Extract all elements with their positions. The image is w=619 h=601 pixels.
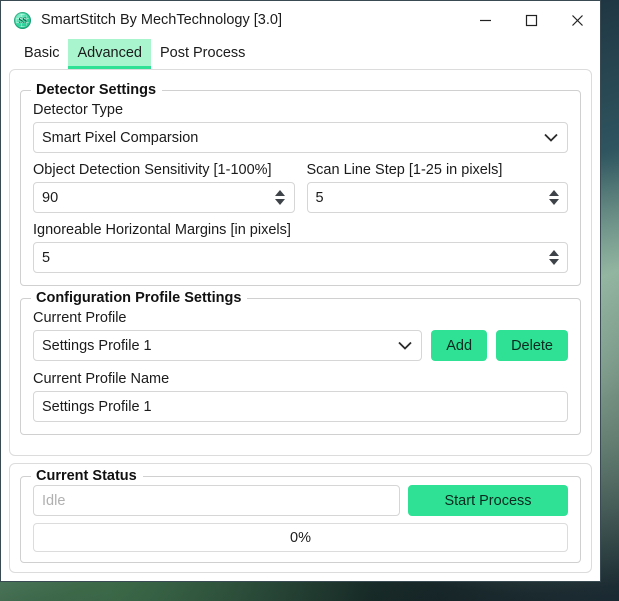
tab-bar: Basic Advanced Post Process [1, 39, 600, 69]
detector-settings-title: Detector Settings [31, 82, 163, 98]
application-window: SmartStitch By MechTechnology [3.0] Basi… [0, 0, 601, 582]
tab-post-process[interactable]: Post Process [151, 39, 254, 69]
current-profile-name-value: Settings Profile 1 [42, 398, 152, 415]
chevron-down-icon [544, 131, 558, 145]
close-icon[interactable] [554, 1, 600, 39]
configuration-profile-settings-title: Configuration Profile Settings [31, 290, 248, 306]
detector-type-value: Smart Pixel Comparsion [42, 129, 199, 146]
sensitivity-field-group: Object Detection Sensitivity [1-100%] 90 [33, 162, 295, 213]
sensitivity-label: Object Detection Sensitivity [1-100%] [33, 162, 272, 178]
status-placeholder: Idle [42, 492, 66, 509]
margins-stepper[interactable]: 5 [33, 242, 568, 273]
current-profile-label: Current Profile [33, 310, 127, 326]
configuration-profile-settings-group: Configuration Profile Settings Current P… [20, 290, 581, 435]
tab-advanced[interactable]: Advanced [68, 39, 151, 69]
tab-basic[interactable]: Basic [15, 39, 68, 69]
scan-line-step-stepper[interactable]: 5 [306, 182, 568, 213]
window-controls [462, 1, 600, 39]
status-input[interactable]: Idle [33, 485, 400, 516]
app-globe-icon [14, 11, 31, 29]
delete-profile-button[interactable]: Delete [496, 330, 568, 361]
detector-settings-group: Detector Settings Detector Type Smart Pi… [20, 82, 581, 286]
advanced-tab-panel: Detector Settings Detector Type Smart Pi… [9, 69, 592, 456]
minimize-icon[interactable] [462, 1, 508, 39]
sensitivity-value: 90 [42, 189, 59, 206]
margins-label: Ignoreable Horizontal Margins [in pixels… [33, 222, 291, 238]
current-status-title: Current Status [31, 468, 143, 484]
current-status-panel: Current Status Idle Start Process 0% [9, 463, 592, 573]
spinner-arrows-icon[interactable] [548, 188, 559, 208]
start-process-button[interactable]: Start Process [408, 485, 568, 516]
chevron-down-icon [398, 339, 412, 353]
current-profile-name-label: Current Profile Name [33, 371, 170, 387]
scan-line-step-field-group: Scan Line Step [1-25 in pixels] 5 [306, 162, 568, 213]
current-profile-value: Settings Profile 1 [42, 337, 152, 354]
current-profile-name-input[interactable]: Settings Profile 1 [33, 391, 568, 422]
window-body: Detector Settings Detector Type Smart Pi… [1, 69, 600, 581]
margins-field-group: Ignoreable Horizontal Margins [in pixels… [33, 222, 568, 273]
detector-type-label: Detector Type [33, 102, 124, 118]
maximize-icon[interactable] [508, 1, 554, 39]
progress-bar-label: 0% [290, 529, 311, 546]
current-profile-name-group: Current Profile Name Settings Profile 1 [33, 371, 568, 422]
desktop-background: SmartStitch By MechTechnology [3.0] Basi… [0, 0, 619, 601]
sensitivity-stepper[interactable]: 90 [33, 182, 295, 213]
add-profile-button[interactable]: Add [431, 330, 488, 361]
margins-value: 5 [42, 249, 51, 266]
window-title: SmartStitch By MechTechnology [3.0] [41, 12, 282, 28]
progress-bar: 0% [33, 523, 568, 552]
current-status-group: Current Status Idle Start Process 0% [20, 468, 581, 563]
spinner-arrows-icon[interactable] [275, 188, 286, 208]
scan-line-step-label: Scan Line Step [1-25 in pixels] [306, 162, 503, 178]
current-profile-select[interactable]: Settings Profile 1 [33, 330, 423, 361]
current-profile-row: Settings Profile 1 Add Delete [33, 330, 568, 361]
detector-type-select[interactable]: Smart Pixel Comparsion [33, 122, 568, 153]
status-row: Idle Start Process [33, 485, 568, 516]
spinner-arrows-icon[interactable] [548, 248, 559, 268]
scan-line-step-value: 5 [315, 189, 324, 206]
title-bar: SmartStitch By MechTechnology [3.0] [1, 1, 600, 39]
